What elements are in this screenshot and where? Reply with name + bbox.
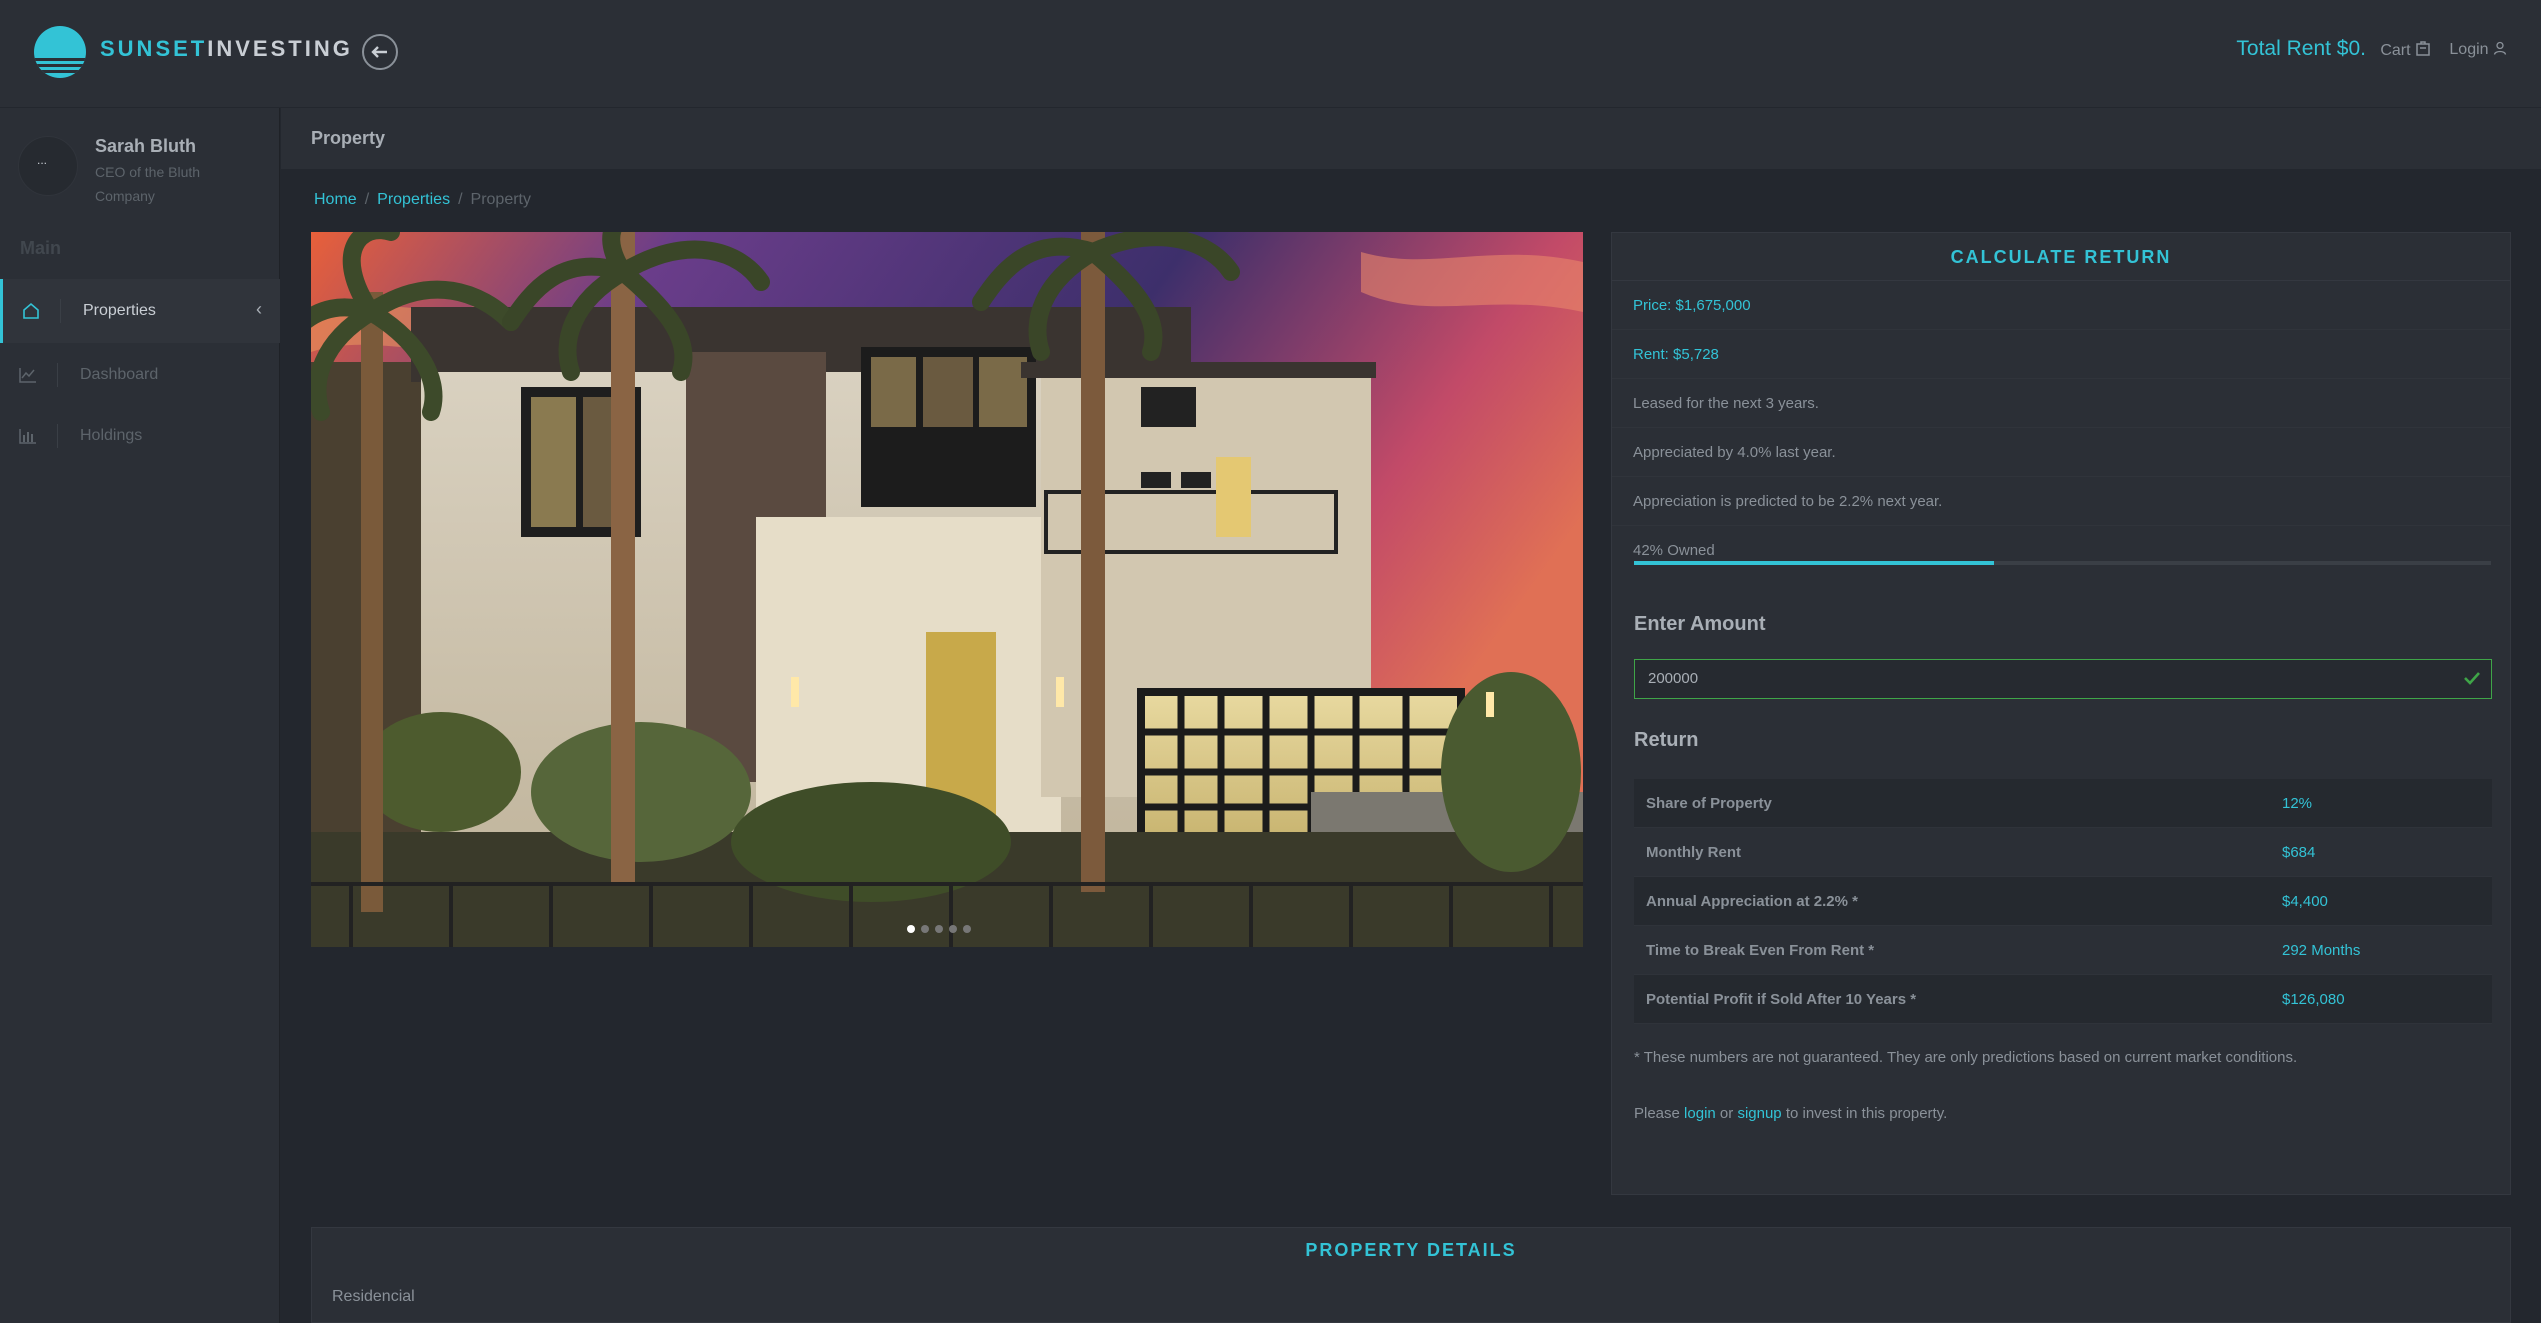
sidebar-item-properties[interactable]: Properties ‹ (0, 279, 280, 343)
brand-name[interactable]: SUNSETINVESTING (100, 36, 353, 62)
calculate-return-panel: CALCULATE RETURN Price: $1,675,000 Rent:… (1611, 232, 2511, 1195)
breadcrumb-home[interactable]: Home (314, 191, 357, 208)
page-header: Property (281, 108, 2541, 169)
invest-prompt: Please login or signup to invest in this… (1634, 1105, 1948, 1122)
user-name: Sarah Bluth (95, 136, 197, 156)
amount-input[interactable]: 200000 (1634, 659, 2492, 699)
chevron-left-icon: ‹ (256, 299, 262, 319)
table-row: Annual Appreciation at 2.2% * $4,400 (1634, 877, 2492, 926)
predicted-line: Appreciation is predicted to be 2.2% nex… (1612, 477, 2510, 526)
enter-amount-label: Enter Amount (1634, 613, 1766, 635)
owned-progress-bar (1634, 561, 2491, 565)
leased-line: Leased for the next 3 years. (1612, 379, 2510, 428)
table-row: Time to Break Even From Rent * 292 Months (1634, 926, 2492, 975)
top-bar: SUNSETINVESTING Total Rent $0. Cart Logi… (0, 0, 2541, 108)
sidebar-item-holdings[interactable]: Holdings (0, 404, 280, 468)
back-arrow-button[interactable] (362, 34, 398, 70)
carousel-dot[interactable] (935, 925, 943, 933)
table-row: Monthly Rent $684 (1634, 828, 2492, 877)
price-line: Price: $1,675,000 (1612, 281, 2510, 330)
login-link[interactable]: Login (2449, 41, 2507, 59)
disclaimer: * These numbers are not guaranteed. They… (1634, 1049, 2298, 1066)
calculate-return-title: CALCULATE RETURN (1612, 233, 2510, 281)
table-row: Potential Profit if Sold After 10 Years … (1634, 975, 2492, 1024)
sunset-logo-icon[interactable] (34, 26, 86, 78)
breadcrumb-current: Property (470, 191, 531, 208)
carousel-indicators[interactable] (907, 920, 977, 938)
carousel-dot[interactable] (921, 925, 929, 933)
signup-link[interactable]: signup (1737, 1105, 1781, 1122)
cart-link[interactable]: Cart (2380, 41, 2431, 60)
carousel-dot[interactable] (907, 925, 915, 933)
page-title: Property (311, 128, 386, 148)
breadcrumb-properties[interactable]: Properties (377, 191, 450, 208)
total-rent: Total Rent $0. (2236, 37, 2366, 60)
user-icon (2493, 41, 2507, 55)
sidebar-item-dashboard[interactable]: Dashboard (0, 343, 280, 407)
sidebar-item-label: Holdings (80, 427, 143, 444)
return-label: Return (1634, 729, 1699, 751)
house-photo-image (311, 232, 1583, 947)
table-row: Share of Property 12% (1634, 779, 2492, 828)
appreciated-line: Appreciated by 4.0% last year. (1612, 428, 2510, 477)
user-role: CEO of the Bluth Company (95, 164, 201, 204)
line-chart-icon (19, 368, 36, 383)
sidebar-section-main: Main (20, 238, 62, 258)
property-photo-carousel[interactable] (311, 232, 1583, 947)
carousel-dot[interactable] (949, 925, 957, 933)
check-icon (2464, 672, 2480, 685)
breadcrumb: Home / Properties / Property (314, 191, 531, 208)
login-link-inline[interactable]: login (1684, 1105, 1716, 1122)
sidebar-item-label: Properties (83, 302, 156, 319)
property-details-panel: PROPERTY DETAILS Residencial (311, 1227, 2511, 1323)
rent-line: Rent: $5,728 (1612, 330, 2510, 379)
sidebar: ... Sarah Bluth CEO of the Bluth Company… (0, 108, 280, 1323)
bar-chart-icon (19, 429, 36, 444)
sidebar-item-label: Dashboard (80, 366, 159, 383)
avatar: ... (18, 136, 78, 196)
carousel-dot[interactable] (963, 925, 971, 933)
property-type: Residencial (332, 1288, 415, 1305)
cart-icon (2416, 41, 2430, 56)
property-details-title: PROPERTY DETAILS (1305, 1240, 1517, 1260)
return-table: Share of Property 12% Monthly Rent $684 An… (1634, 779, 2492, 1024)
home-icon (23, 302, 39, 319)
arrow-left-icon (371, 46, 387, 58)
owned-label: 42% Owned (1633, 542, 1715, 559)
